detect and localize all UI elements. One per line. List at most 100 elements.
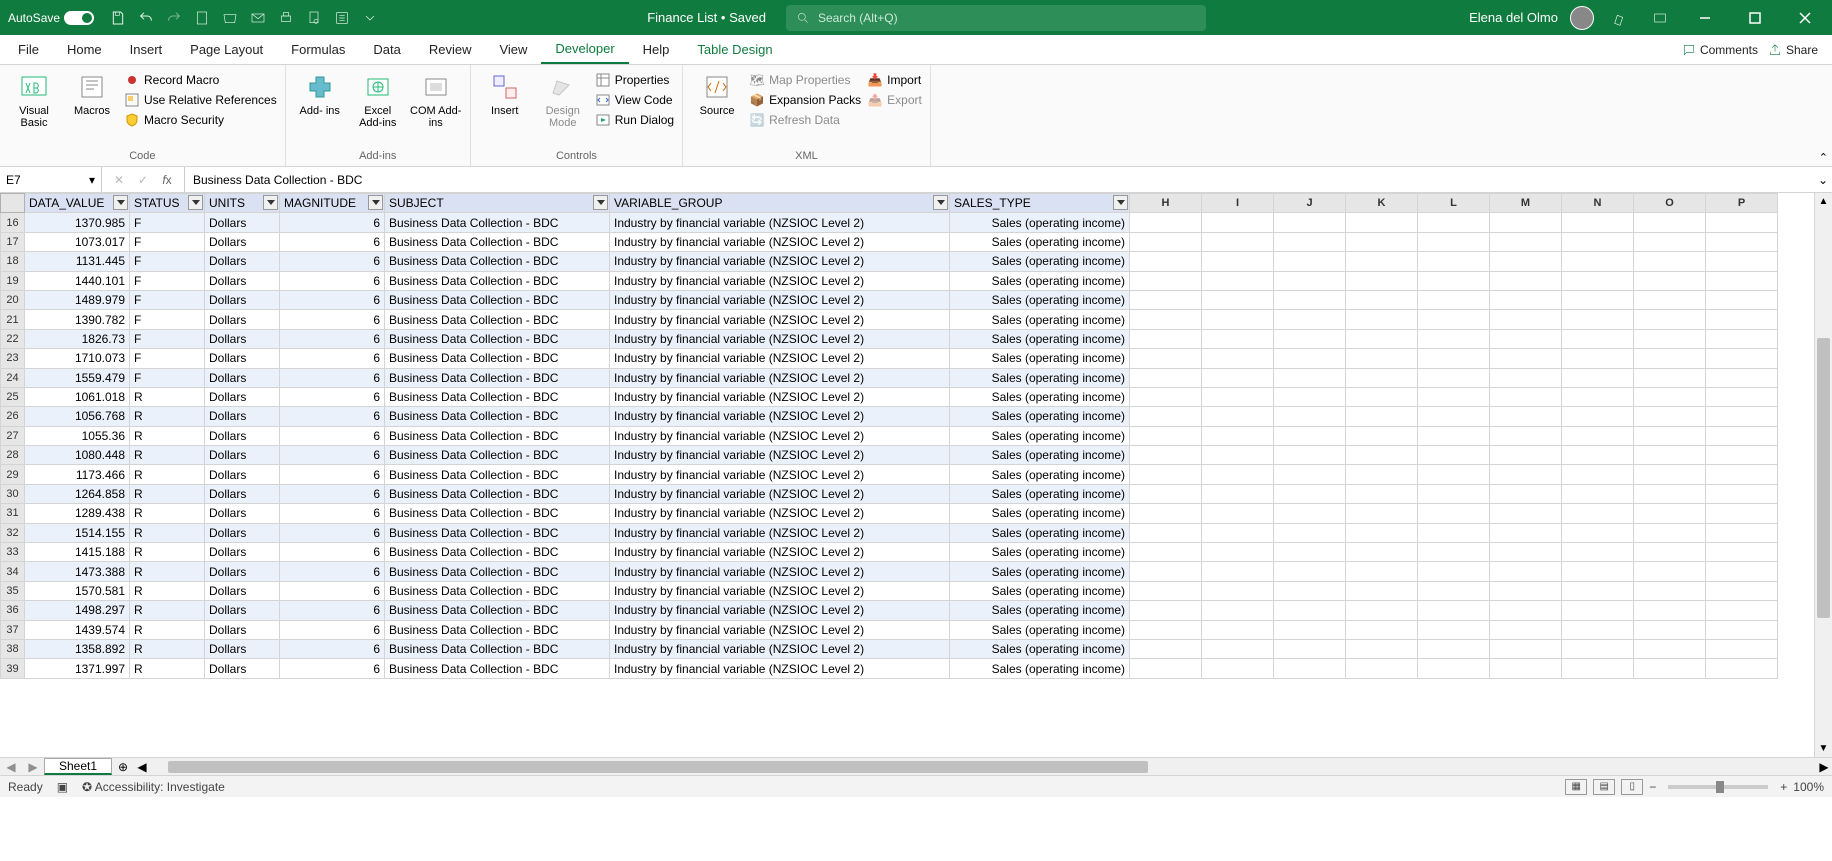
cell[interactable]: 6 [280, 368, 385, 387]
cell[interactable]: F [130, 271, 205, 290]
cell[interactable]: 6 [280, 504, 385, 523]
cell[interactable]: R [130, 562, 205, 581]
cell[interactable] [1706, 562, 1778, 581]
filter-dropdown-icon[interactable] [933, 195, 948, 210]
scroll-left-icon[interactable]: ◀ [134, 760, 150, 774]
cell[interactable] [1418, 368, 1490, 387]
cell[interactable] [1346, 523, 1418, 542]
cell[interactable] [1418, 310, 1490, 329]
cell[interactable] [1562, 465, 1634, 484]
cell[interactable]: Business Data Collection - BDC [385, 213, 610, 232]
zoom-level[interactable]: 100% [1793, 780, 1824, 794]
cell[interactable]: R [130, 484, 205, 503]
cell[interactable] [1274, 465, 1346, 484]
cell[interactable]: Business Data Collection - BDC [385, 620, 610, 639]
cell[interactable]: Dollars [205, 543, 280, 562]
cell[interactable] [1634, 504, 1706, 523]
cell[interactable] [1706, 639, 1778, 658]
cell[interactable] [1562, 290, 1634, 309]
cell[interactable] [1346, 271, 1418, 290]
cell[interactable]: R [130, 465, 205, 484]
cell[interactable] [1562, 484, 1634, 503]
cell[interactable] [1634, 232, 1706, 251]
cell[interactable]: Business Data Collection - BDC [385, 290, 610, 309]
cell[interactable] [1274, 601, 1346, 620]
cell[interactable] [1274, 329, 1346, 348]
cell[interactable] [1130, 659, 1202, 678]
scroll-thumb[interactable] [1817, 338, 1830, 618]
cell[interactable]: 6 [280, 581, 385, 600]
sheet-tab-active[interactable]: Sheet1 [44, 758, 112, 775]
row-header[interactable]: 30 [1, 484, 25, 503]
cell[interactable]: 1710.073 [25, 349, 130, 368]
cell[interactable]: 6 [280, 349, 385, 368]
cell[interactable]: Industry by financial variable (NZSIOC L… [610, 659, 950, 678]
row-header[interactable]: 20 [1, 290, 25, 309]
cell[interactable] [1274, 252, 1346, 271]
cell[interactable]: Industry by financial variable (NZSIOC L… [610, 446, 950, 465]
cell[interactable]: 1371.997 [25, 659, 130, 678]
cell[interactable]: Industry by financial variable (NZSIOC L… [610, 465, 950, 484]
cell[interactable] [1346, 446, 1418, 465]
cell[interactable]: Sales (operating income) [950, 581, 1130, 600]
cell[interactable] [1202, 290, 1274, 309]
cell[interactable]: R [130, 543, 205, 562]
cell[interactable] [1562, 620, 1634, 639]
cell[interactable] [1490, 426, 1562, 445]
cell[interactable]: Industry by financial variable (NZSIOC L… [610, 271, 950, 290]
cell[interactable]: Sales (operating income) [950, 601, 1130, 620]
column-header[interactable]: STATUS [130, 194, 205, 213]
accessibility-status[interactable]: ✪ Accessibility: Investigate [82, 780, 225, 794]
cell[interactable]: Sales (operating income) [950, 387, 1130, 406]
user-name[interactable]: Elena del Olmo [1469, 10, 1558, 25]
cell[interactable] [1490, 581, 1562, 600]
cell[interactable]: 1370.985 [25, 213, 130, 232]
relative-refs-button[interactable]: Use Relative References [122, 91, 279, 109]
cell[interactable]: Business Data Collection - BDC [385, 368, 610, 387]
filter-dropdown-icon[interactable] [368, 195, 383, 210]
cell[interactable]: Industry by financial variable (NZSIOC L… [610, 232, 950, 251]
select-all-corner[interactable] [1, 194, 25, 213]
row-header[interactable]: 21 [1, 310, 25, 329]
cell[interactable]: 1056.768 [25, 407, 130, 426]
menu-review[interactable]: Review [415, 35, 486, 64]
cell[interactable] [1562, 426, 1634, 445]
cell[interactable]: 1440.101 [25, 271, 130, 290]
cell[interactable] [1346, 349, 1418, 368]
scroll-down-icon[interactable]: ▼ [1815, 740, 1832, 757]
cell[interactable] [1562, 504, 1634, 523]
cell[interactable] [1634, 465, 1706, 484]
cell[interactable] [1562, 523, 1634, 542]
cell[interactable] [1490, 639, 1562, 658]
cell[interactable]: Sales (operating income) [950, 465, 1130, 484]
row-header[interactable]: 27 [1, 426, 25, 445]
addins-button[interactable]: Add- ins [292, 69, 348, 119]
row-header[interactable]: 25 [1, 387, 25, 406]
export-button[interactable]: 📤Export [865, 91, 924, 109]
cell[interactable]: Industry by financial variable (NZSIOC L… [610, 581, 950, 600]
cell[interactable] [1634, 387, 1706, 406]
row-header[interactable]: 23 [1, 349, 25, 368]
cell[interactable] [1634, 639, 1706, 658]
menu-developer[interactable]: Developer [541, 35, 628, 64]
cell[interactable] [1346, 601, 1418, 620]
cell[interactable] [1634, 329, 1706, 348]
column-header[interactable]: J [1274, 194, 1346, 213]
cell[interactable]: 6 [280, 659, 385, 678]
properties-button[interactable]: Properties [593, 71, 676, 89]
cell[interactable] [1490, 659, 1562, 678]
cell[interactable] [1490, 329, 1562, 348]
cell[interactable]: 1514.155 [25, 523, 130, 542]
column-header[interactable]: SALES_TYPE [950, 194, 1130, 213]
cell[interactable] [1346, 368, 1418, 387]
cell[interactable] [1202, 310, 1274, 329]
cell[interactable]: Dollars [205, 407, 280, 426]
maximize-button[interactable] [1736, 4, 1774, 32]
menu-page-layout[interactable]: Page Layout [176, 35, 277, 64]
row-header[interactable]: 26 [1, 407, 25, 426]
cell[interactable]: Sales (operating income) [950, 659, 1130, 678]
cell[interactable]: Industry by financial variable (NZSIOC L… [610, 310, 950, 329]
cell[interactable] [1562, 581, 1634, 600]
cell[interactable] [1202, 252, 1274, 271]
cell[interactable]: Dollars [205, 271, 280, 290]
